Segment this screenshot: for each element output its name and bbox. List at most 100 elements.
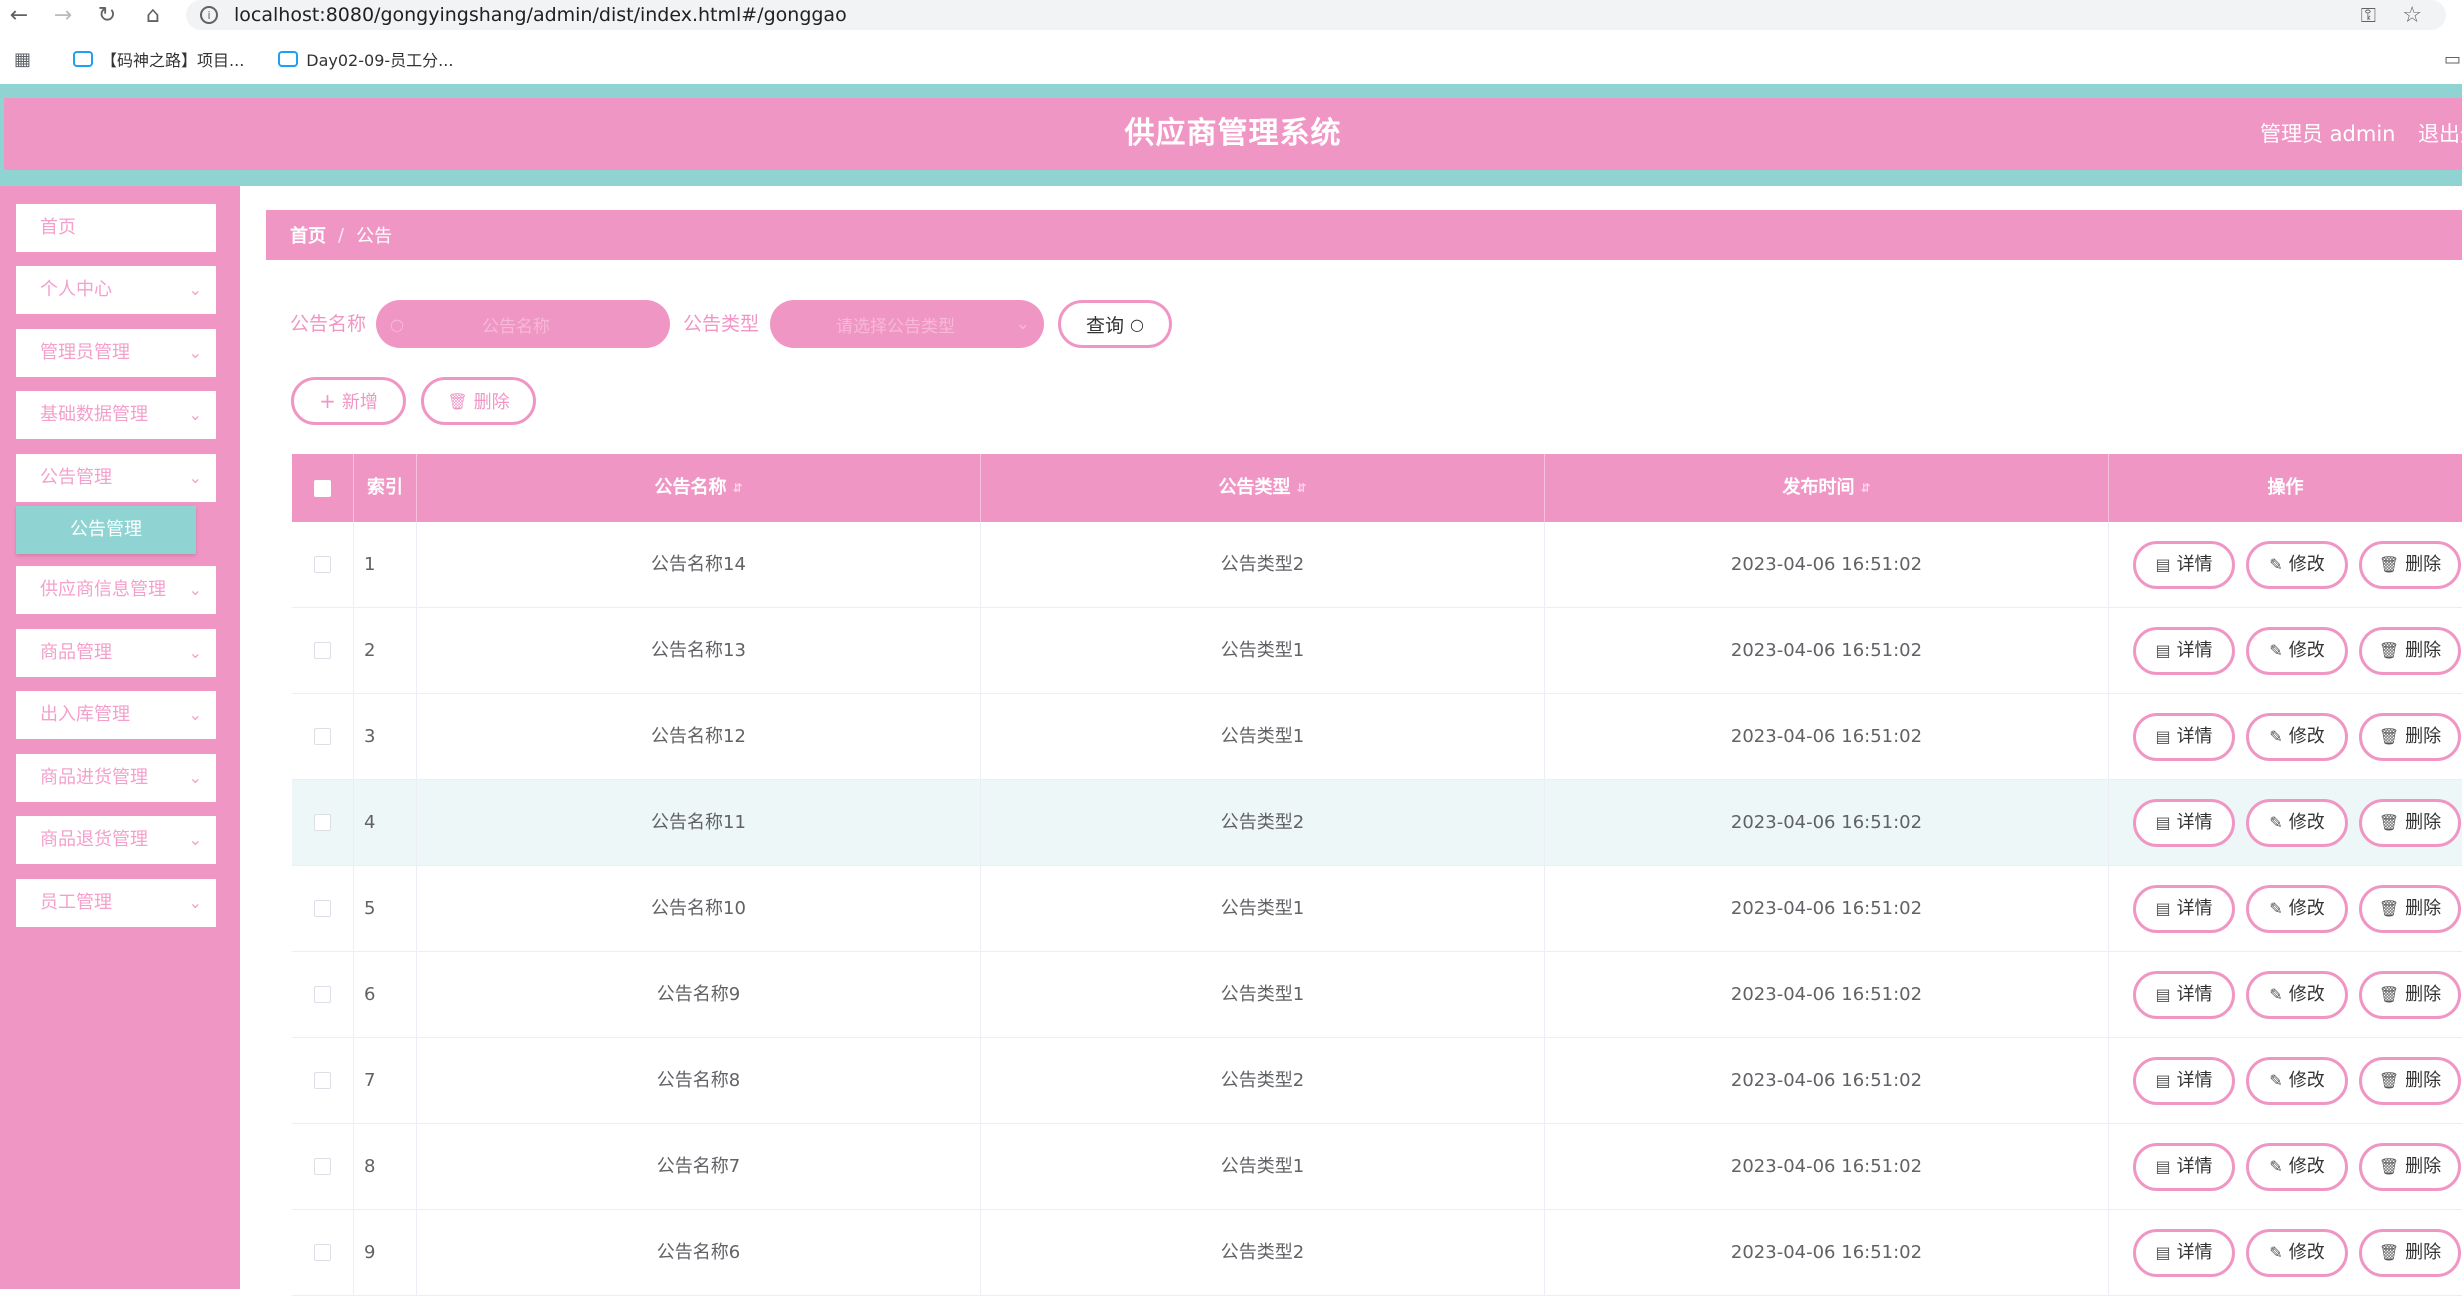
pencil-icon: ✎ bbox=[2269, 641, 2283, 660]
cell-name: 公告名称10 bbox=[417, 866, 981, 952]
delete-button[interactable]: 🗑 删除 bbox=[2359, 713, 2461, 761]
sidebar-item-home[interactable]: 首页 bbox=[16, 204, 216, 252]
sort-icon[interactable]: ⇵ bbox=[1296, 482, 1306, 494]
select-all-checkbox[interactable] bbox=[314, 480, 331, 497]
sidebar-item-return[interactable]: 商品退货管理 ⌄ bbox=[16, 816, 216, 864]
key-icon[interactable]: ⚿ bbox=[2361, 3, 2376, 27]
detail-button[interactable]: ▤ 详情 bbox=[2133, 1143, 2235, 1191]
bookmark-label: Day02-09-员工分... bbox=[306, 51, 454, 70]
sort-icon[interactable]: ⇵ bbox=[732, 482, 742, 494]
edit-button[interactable]: ✎ 修改 bbox=[2246, 627, 2348, 675]
document-icon: ▤ bbox=[2155, 727, 2171, 746]
delete-button[interactable]: 🗑 删除 bbox=[2359, 799, 2461, 847]
home-icon[interactable]: ⌂ bbox=[138, 0, 168, 30]
sidebar-item-label: 公告管理 bbox=[40, 467, 112, 488]
delete-button-label: 删除 bbox=[2405, 898, 2442, 919]
column-header-time[interactable]: 发布时间 ⇵ bbox=[1545, 454, 2109, 522]
sidebar-item-staff[interactable]: 员工管理 ⌄ bbox=[16, 879, 216, 927]
detail-button[interactable]: ▤ 详情 bbox=[2133, 627, 2235, 675]
delete-button[interactable]: 🗑 删除 bbox=[2359, 1143, 2461, 1191]
table-row: 9 公告名称6 公告类型2 2023-04-06 16:51:02 ▤ 详情 ✎ 修改 🗑 删除 bbox=[292, 1210, 2462, 1296]
sidebar-subitem-notice-manage[interactable]: 公告管理 bbox=[16, 506, 196, 554]
row-checkbox[interactable] bbox=[314, 1072, 331, 1089]
delete-button[interactable]: 🗑 删除 bbox=[2359, 541, 2461, 589]
detail-button[interactable]: ▤ 详情 bbox=[2133, 799, 2235, 847]
cell-ops: ▤ 详情 ✎ 修改 🗑 删除 bbox=[2109, 1210, 2462, 1296]
sidebar-item-supplier[interactable]: 供应商信息管理 ⌄ bbox=[16, 566, 216, 614]
bookmark-item[interactable]: Day02-09-员工分... bbox=[278, 47, 453, 71]
sidebar-item-notice[interactable]: 公告管理 ⌄ bbox=[16, 454, 216, 502]
delete-button-label: 删除 bbox=[2405, 1242, 2442, 1263]
sidebar: 首页 个人中心 ⌄ 管理员管理 ⌄ 基础数据管理 ⌄ 公告管理 ⌄ 公告管理 供应商信息… bbox=[0, 186, 240, 1289]
bookmark-item[interactable]: 【码神之路】项目... bbox=[73, 47, 244, 71]
star-icon[interactable]: ☆ bbox=[2402, 3, 2422, 28]
edit-button[interactable]: ✎ 修改 bbox=[2246, 799, 2348, 847]
row-checkbox[interactable] bbox=[314, 728, 331, 745]
row-checkbox[interactable] bbox=[314, 1244, 331, 1261]
edit-button[interactable]: ✎ 修改 bbox=[2246, 1143, 2348, 1191]
delete-button[interactable]: 🗑 删除 bbox=[2359, 885, 2461, 933]
notice-type-label: 公告类型 bbox=[683, 313, 760, 335]
sidebar-item-personal[interactable]: 个人中心 ⌄ bbox=[16, 266, 216, 314]
back-icon[interactable]: ← bbox=[4, 0, 34, 30]
pencil-icon: ✎ bbox=[2269, 1157, 2283, 1176]
sort-icon[interactable]: ⇵ bbox=[1860, 482, 1870, 494]
edit-button[interactable]: ✎ 修改 bbox=[2246, 1229, 2348, 1277]
delete-button[interactable]: 🗑 删除 bbox=[2359, 1057, 2461, 1105]
detail-button[interactable]: ▤ 详情 bbox=[2133, 1229, 2235, 1277]
batch-delete-button[interactable]: 🗑 删除 bbox=[421, 377, 536, 425]
detail-button[interactable]: ▤ 详情 bbox=[2133, 1057, 2235, 1105]
row-checkbox[interactable] bbox=[314, 900, 331, 917]
row-checkbox[interactable] bbox=[314, 1158, 331, 1175]
edit-button[interactable]: ✎ 修改 bbox=[2246, 885, 2348, 933]
sidebar-item-goods[interactable]: 商品管理 ⌄ bbox=[16, 629, 216, 677]
detail-button[interactable]: ▤ 详情 bbox=[2133, 541, 2235, 589]
column-header-type[interactable]: 公告类型 ⇵ bbox=[981, 454, 1545, 522]
row-checkbox[interactable] bbox=[314, 642, 331, 659]
edit-button-label: 修改 bbox=[2288, 812, 2325, 833]
edit-button-label: 修改 bbox=[2288, 726, 2325, 747]
delete-button[interactable]: 🗑 删除 bbox=[2359, 627, 2461, 675]
add-button[interactable]: + 新增 bbox=[291, 377, 406, 425]
cell-index: 4 bbox=[354, 780, 417, 866]
breadcrumb-home[interactable]: 首页 bbox=[290, 222, 326, 248]
query-button[interactable]: 查询 ○ bbox=[1058, 300, 1172, 348]
column-header-name[interactable]: 公告名称 ⇵ bbox=[417, 454, 981, 522]
detail-button[interactable]: ▤ 详情 bbox=[2133, 885, 2235, 933]
row-checkbox[interactable] bbox=[314, 556, 331, 573]
edit-button[interactable]: ✎ 修改 bbox=[2246, 713, 2348, 761]
notice-name-label: 公告名称 bbox=[290, 313, 367, 335]
cell-time: 2023-04-06 16:51:02 bbox=[1545, 1210, 2109, 1296]
detail-button[interactable]: ▤ 详情 bbox=[2133, 971, 2235, 1019]
folder-icon[interactable]: ▭ bbox=[2444, 49, 2461, 70]
edit-button[interactable]: ✎ 修改 bbox=[2246, 971, 2348, 1019]
edit-button[interactable]: ✎ 修改 bbox=[2246, 541, 2348, 589]
sidebar-item-label: 首页 bbox=[40, 217, 76, 238]
sidebar-item-admin[interactable]: 管理员管理 ⌄ bbox=[16, 329, 216, 377]
sidebar-item-label: 供应商信息管理 bbox=[40, 579, 166, 600]
chevron-down-icon: ⌄ bbox=[188, 580, 202, 599]
add-button-label: 新增 bbox=[341, 392, 378, 413]
detail-button[interactable]: ▤ 详情 bbox=[2133, 713, 2235, 761]
address-bar[interactable]: i localhost:8080/gongyingshang/admin/dis… bbox=[186, 0, 2446, 30]
trash-icon: 🗑 bbox=[2378, 813, 2400, 832]
sidebar-item-label: 员工管理 bbox=[40, 892, 112, 913]
reload-icon[interactable]: ↻ bbox=[92, 0, 122, 30]
delete-button[interactable]: 🗑 删除 bbox=[2359, 971, 2461, 1019]
notice-type-select[interactable]: 请选择公告类型 ⌄ bbox=[770, 300, 1044, 348]
forward-icon[interactable]: → bbox=[48, 0, 78, 30]
edit-button[interactable]: ✎ 修改 bbox=[2246, 1057, 2348, 1105]
row-checkbox[interactable] bbox=[314, 986, 331, 1003]
notice-name-input[interactable]: ○ 公告名称 bbox=[376, 300, 670, 348]
sidebar-item-stock[interactable]: 出入库管理 ⌄ bbox=[16, 691, 216, 739]
document-icon: ▤ bbox=[2155, 1157, 2171, 1176]
sidebar-item-basic-data[interactable]: 基础数据管理 ⌄ bbox=[16, 391, 216, 439]
sidebar-item-label: 基础数据管理 bbox=[40, 404, 148, 425]
delete-button[interactable]: 🗑 删除 bbox=[2359, 1229, 2461, 1277]
row-checkbox[interactable] bbox=[314, 814, 331, 831]
apps-icon[interactable]: ▦ bbox=[14, 49, 31, 70]
sidebar-item-purchase[interactable]: 商品进货管理 ⌄ bbox=[16, 754, 216, 802]
logout-link[interactable]: 退出登录 bbox=[2418, 98, 2462, 170]
pencil-icon: ✎ bbox=[2269, 1071, 2283, 1090]
column-header-ops: 操作 bbox=[2109, 454, 2462, 522]
